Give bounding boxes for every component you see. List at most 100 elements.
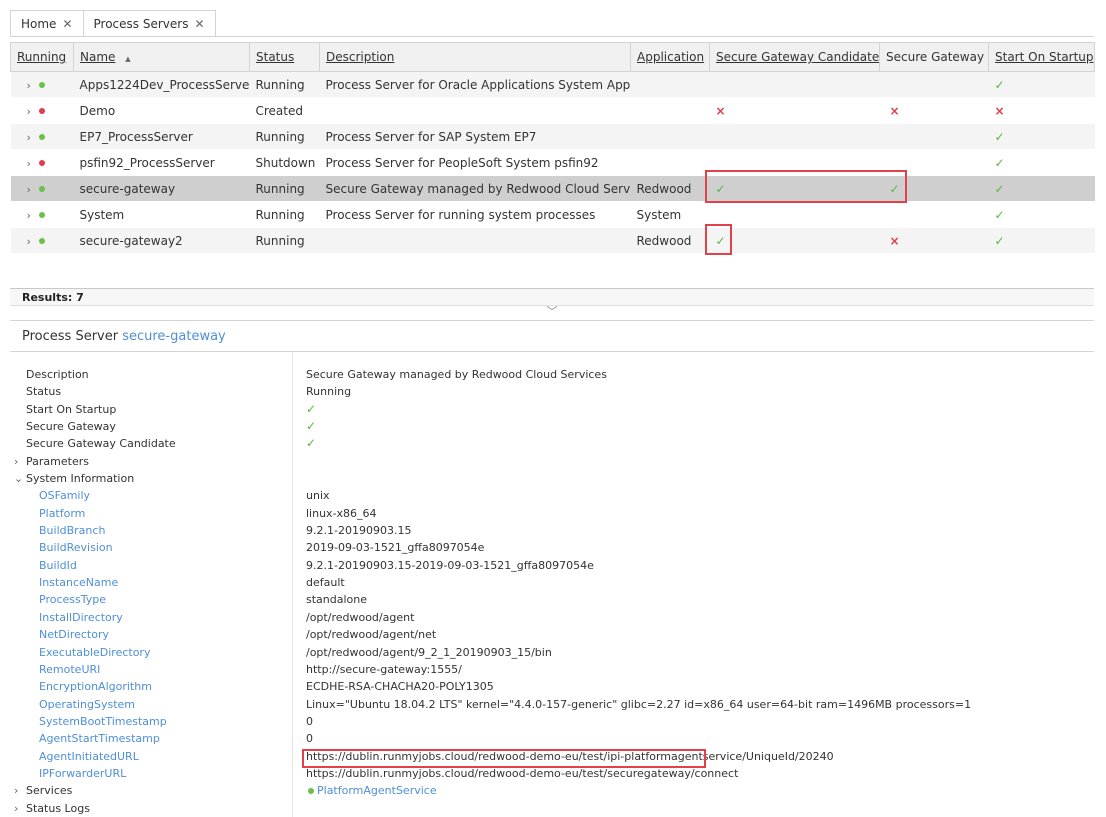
sysinfo-key[interactable]: BuildBranch [14,522,284,539]
process-server-link[interactable]: secure-gateway [122,329,226,344]
column-header-secure-gateway[interactable]: Secure Gateway [879,42,989,72]
expand-row-icon[interactable]: › [27,131,31,144]
running-cell[interactable]: › [10,175,74,202]
table-row[interactable]: › secure-gateway Running Secure Gateway man… [10,175,1095,202]
highlight-box-candidate-check [705,224,732,255]
sysinfo-key[interactable]: SystemBootTimestamp [14,713,284,730]
chevron-right-icon[interactable]: › [14,782,26,799]
application-cell[interactable]: Redwood [630,227,710,254]
chevron-down-icon[interactable]: ⌄ [14,470,26,487]
startup-cell: ✓ [988,123,1095,150]
section-parameters[interactable]: › Parameters [14,453,284,470]
cross-icon: × [889,103,900,118]
tab-home[interactable]: Home ✕ [10,10,84,37]
field-value-status: Running [306,385,352,399]
table-row[interactable]: › System Running Process Server for running… [10,201,1095,228]
name-cell[interactable]: Apps1224Dev_ProcessServer [73,71,250,98]
sysinfo-value: 0 [306,732,313,746]
close-icon[interactable]: ✕ [62,11,72,37]
tab-process-servers[interactable]: Process Servers ✕ [83,10,216,37]
chevron-right-icon[interactable]: › [14,453,26,470]
column-header-name[interactable]: Name ▲ [73,42,250,72]
column-header-running[interactable]: Running [10,42,74,72]
sysinfo-key[interactable]: BuildId [14,557,284,574]
sysinfo-value: /opt/redwood/agent/net [306,628,437,642]
name-cell[interactable]: secure-gateway2 [73,227,250,254]
check-icon: ✓ [994,155,1005,170]
sysinfo-key[interactable]: AgentInitiatedURL [14,748,284,765]
close-icon[interactable]: ✕ [194,11,204,37]
section-status-logs[interactable]: › Status Logs [14,800,284,817]
sysinfo-key[interactable]: ProcessType [14,591,284,608]
application-cell[interactable] [630,71,710,98]
expand-row-icon[interactable]: › [27,183,31,196]
chevron-right-icon[interactable]: › [14,800,26,817]
section-system-information[interactable]: ⌄ System Information [14,470,284,487]
table-row[interactable]: › secure-gateway2 Running Redwood ✓ × ✓ [10,227,1095,254]
expand-row-icon[interactable]: › [27,209,31,222]
panel-splitter[interactable]: ﹀ [10,306,1094,321]
sysinfo-value: 9.2.1-20190903.15-2019-09-03-1521_gffa80… [306,558,594,572]
table-row[interactable]: › EP7_ProcessServer Running Process Server … [10,123,1095,150]
column-header-status[interactable]: Status [249,42,320,72]
status-dot-icon [38,212,45,218]
expand-row-icon[interactable]: › [27,105,31,118]
sysinfo-key[interactable]: NetDirectory [14,626,284,643]
table-row[interactable]: › psfin92_ProcessServer Shutdown Process Se… [10,149,1095,176]
column-header-description[interactable]: Description [319,42,631,72]
running-cell[interactable]: › [10,97,74,124]
sysinfo-key[interactable]: AgentStartTimestamp [14,730,284,747]
application-cell[interactable]: System [630,201,710,228]
table-row[interactable]: › Demo Created × × × [10,97,1095,124]
sysinfo-value: ECDHE-RSA-CHACHA20-POLY1305 [306,680,494,694]
description-cell [319,97,631,124]
expand-row-icon[interactable]: › [27,235,31,248]
chevron-down-icon[interactable]: ﹀ [547,305,558,318]
expand-row-icon[interactable]: › [27,157,31,170]
status-cell: Running [249,175,320,202]
running-cell[interactable]: › [10,71,74,98]
running-cell[interactable]: › [10,149,74,176]
sysinfo-key[interactable]: BuildRevision [14,539,284,556]
service-link[interactable]: PlatformAgentService [317,784,437,797]
column-header-sg-candidate[interactable]: Secure Gateway Candidate [709,42,880,72]
running-cell[interactable]: › [10,201,74,228]
cross-icon: × [715,103,726,118]
cross-icon: × [889,233,900,248]
name-cell[interactable]: EP7_ProcessServer [73,123,250,150]
sysinfo-key[interactable]: InstallDirectory [14,609,284,626]
sysinfo-key[interactable]: IPForwarderURL [14,765,284,782]
application-cell[interactable] [630,123,710,150]
application-cell[interactable] [630,149,710,176]
table-row[interactable]: › Apps1224Dev_ProcessServer Running Process… [10,71,1095,98]
column-header-application[interactable]: Application [630,42,710,72]
name-cell[interactable]: psfin92_ProcessServer [73,149,250,176]
sysinfo-value: /opt/redwood/agent/9_2_1_20190903_15/bin [306,645,552,659]
status-cell: Shutdown [249,149,320,176]
sysinfo-key[interactable]: EncryptionAlgorithm [14,678,284,695]
tab-label: Home [21,17,57,31]
expand-row-icon[interactable]: › [27,79,31,92]
tab-divider [10,36,1094,37]
secure-gateway-cell [879,123,989,150]
check-icon: ✓ [994,233,1005,248]
application-cell[interactable] [630,97,710,124]
sysinfo-key[interactable]: ExecutableDirectory [14,644,284,661]
sysinfo-key[interactable]: InstanceName [14,574,284,591]
status-dot-icon [308,788,314,795]
column-header-start-on-startup[interactable]: Start On Startup [988,42,1095,72]
sysinfo-value: http://secure-gateway:1555/ [306,662,462,676]
running-cell[interactable]: › [10,123,74,150]
name-cell[interactable]: Demo [73,97,250,124]
name-cell[interactable]: secure-gateway [73,175,250,202]
name-cell[interactable]: System [73,201,250,228]
status-cell: Running [249,227,320,254]
detail-labels: Description Status Start On Startup Secu… [14,366,284,817]
section-services[interactable]: › Services [14,782,284,799]
application-cell[interactable]: Redwood [630,175,710,202]
running-cell[interactable]: › [10,227,74,254]
sysinfo-key[interactable]: Platform [14,505,284,522]
sysinfo-key[interactable]: OperatingSystem [14,696,284,713]
sysinfo-key[interactable]: OSFamily [14,487,284,504]
sysinfo-key[interactable]: RemoteURI [14,661,284,678]
